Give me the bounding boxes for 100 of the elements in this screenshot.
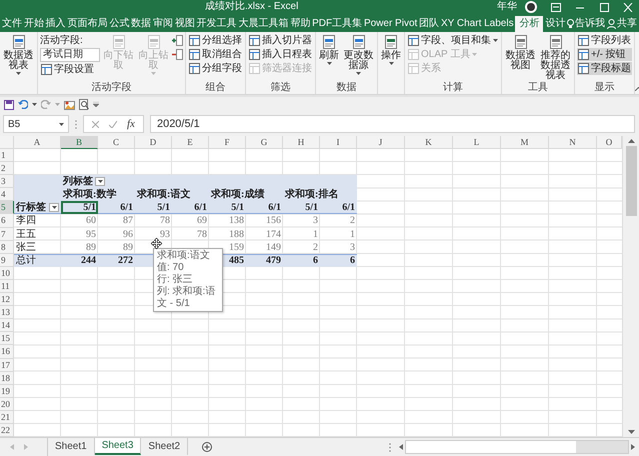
print-preview-icon[interactable] (79, 99, 89, 110)
ribbon-button[interactable]: 字段设置 (40, 63, 100, 76)
scrollbar-thumb[interactable] (626, 146, 636, 216)
filter-dropdown-button[interactable] (49, 203, 59, 212)
ribbon-tab[interactable]: 大晨工具箱 (238, 16, 288, 32)
ribbon-tab[interactable]: 开始 (24, 16, 44, 32)
row-header[interactable]: 8 (0, 240, 14, 254)
row-header[interactable]: 17 (0, 358, 14, 372)
table-cell[interactable]: 6/1 (320, 201, 357, 214)
row-header[interactable]: 14 (0, 319, 14, 332)
column-header[interactable]: B (61, 136, 98, 149)
table-cell[interactable]: 6/1 (98, 201, 135, 214)
ribbon-button[interactable]: 刷新 (318, 34, 340, 66)
maximize-icon[interactable] (599, 2, 609, 12)
expand-field-icon[interactable] (172, 35, 183, 46)
ribbon-tab[interactable]: 数据 (131, 16, 152, 32)
scrollbar-thumb[interactable] (406, 441, 576, 453)
ribbon-button[interactable]: 字段、项目和集 (407, 34, 499, 47)
share-button[interactable]: 共享 (606, 16, 637, 32)
sheet-tab[interactable]: Sheet2 (141, 438, 188, 455)
row-header[interactable]: 18 (0, 372, 14, 385)
row-header[interactable]: 6 (0, 214, 14, 228)
tell-me-button[interactable]: 告诉我 (567, 16, 606, 32)
column-header[interactable]: J (357, 136, 405, 149)
column-header[interactable]: O (597, 136, 622, 149)
table-cell[interactable]: 5/1 (61, 201, 98, 214)
ribbon-button[interactable]: +/- 按钮 (577, 48, 632, 61)
name-box[interactable]: B5 (3, 115, 69, 133)
row-header[interactable]: 2 (0, 162, 14, 176)
ribbon-tab[interactable]: 帮助 (290, 16, 310, 32)
filter-dropdown-button[interactable] (95, 177, 105, 186)
row-header[interactable]: 13 (0, 306, 14, 320)
table-cell[interactable]: 5/1 (283, 201, 320, 214)
ribbon-tab[interactable]: 插入 (46, 16, 66, 32)
input-field[interactable]: 考试日期 (40, 48, 100, 62)
column-header[interactable]: G (246, 136, 283, 149)
row-header[interactable]: 21 (0, 410, 14, 424)
ribbon-tab[interactable]: 公式 (109, 16, 130, 32)
ribbon-tab[interactable]: 文件 (2, 16, 22, 32)
ribbon-button[interactable]: 数据透视表 (2, 34, 35, 76)
row-header[interactable]: 5 (0, 201, 14, 214)
ribbon-button[interactable]: 字段列表 (577, 34, 632, 47)
column-header[interactable]: L (453, 136, 501, 149)
ribbon-tab[interactable]: 审阅 (152, 16, 173, 32)
column-header[interactable]: K (405, 136, 453, 149)
ribbon-tab[interactable]: 页面布局 (67, 16, 108, 32)
column-header[interactable]: N (549, 136, 597, 149)
row-header[interactable]: 10 (0, 266, 14, 280)
ribbon-tab[interactable]: 视图 (174, 16, 195, 32)
formula-field[interactable]: 2020/5/1 (150, 115, 635, 133)
ribbon-button[interactable]: 更改数据源 (342, 34, 375, 76)
row-header[interactable]: 12 (0, 293, 14, 306)
save-icon[interactable] (4, 100, 14, 110)
ribbon-tab[interactable]: 设计 (545, 16, 566, 32)
column-header[interactable]: C (98, 136, 135, 149)
table-cell[interactable]: 6/1 (172, 201, 209, 214)
ribbon-tab[interactable]: 开发工具 (196, 16, 237, 32)
image-icon[interactable] (64, 100, 75, 110)
row-header[interactable]: 1 (0, 149, 14, 162)
table-cell[interactable]: 5/1 (135, 201, 172, 214)
ribbon-button[interactable]: 分组字段 (188, 62, 243, 75)
column-header[interactable]: M (501, 136, 549, 149)
ribbon-button[interactable]: 推荐的数据透视表 (539, 34, 572, 82)
ribbon-tab[interactable]: 团队 (419, 16, 440, 32)
insert-function-button[interactable]: fx (127, 118, 135, 130)
add-sheet-icon[interactable] (202, 442, 212, 452)
row-header[interactable]: 20 (0, 398, 14, 411)
left-arrow-icon[interactable] (399, 444, 403, 450)
down-arrow-icon[interactable] (628, 430, 634, 434)
row-header[interactable]: 19 (0, 384, 14, 398)
row-header[interactable]: 7 (0, 228, 14, 241)
row-header[interactable]: 22 (0, 424, 14, 437)
ribbon-tab[interactable]: Power Pivot (364, 16, 418, 32)
row-header[interactable]: 16 (0, 345, 14, 358)
close-icon[interactable] (623, 2, 633, 12)
ribbon-tab[interactable]: XY Chart Labels (440, 16, 514, 32)
up-arrow-icon[interactable] (628, 139, 634, 143)
row-header[interactable]: 15 (0, 332, 14, 346)
undo-icon[interactable] (18, 100, 28, 109)
horizontal-scrollbar[interactable] (405, 440, 629, 454)
ribbon-tab[interactable]: PDF工具集 (312, 16, 362, 32)
column-header[interactable]: D (135, 136, 172, 149)
ribbon-tab[interactable]: 分析 (515, 16, 544, 32)
ribbon-display-icon[interactable] (551, 2, 561, 12)
ribbon-button[interactable]: 数据透视图 (504, 34, 537, 72)
customize-icon[interactable] (93, 102, 99, 107)
row-header[interactable]: 11 (0, 280, 14, 294)
ribbon-button[interactable]: 字段标题 (577, 62, 632, 75)
ribbon-button[interactable]: 操作 (380, 34, 402, 66)
column-header[interactable]: A (14, 136, 61, 149)
table-cell[interactable]: 5/1 (209, 201, 246, 214)
row-header[interactable]: 3 (0, 175, 14, 188)
ribbon-button[interactable]: 取消组合 (188, 48, 243, 61)
sheet-tab[interactable]: Sheet3 (94, 438, 142, 455)
row-header[interactable]: 4 (0, 188, 14, 202)
ribbon-button[interactable]: 插入日程表 (248, 48, 313, 61)
column-header[interactable]: I (320, 136, 357, 149)
row-header[interactable]: 9 (0, 254, 14, 267)
collapse-field-icon[interactable] (172, 49, 183, 60)
column-header[interactable]: F (209, 136, 246, 149)
